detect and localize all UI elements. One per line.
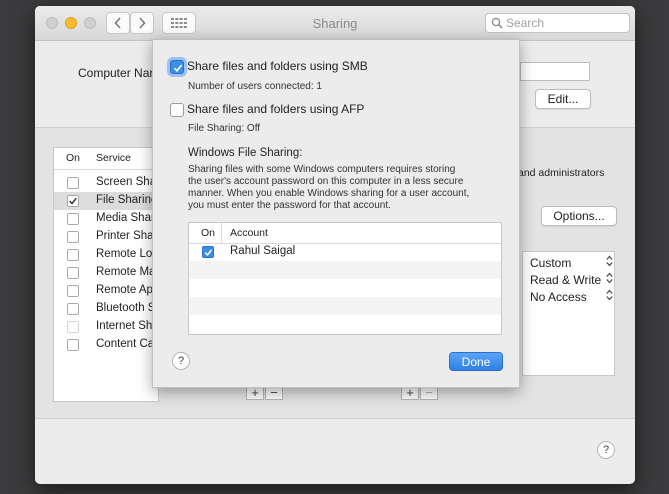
service-label: Content Ca <box>96 338 155 350</box>
service-checkbox[interactable] <box>67 213 79 225</box>
service-label: Printer Sha <box>96 230 154 242</box>
service-checkbox[interactable] <box>67 195 79 207</box>
service-header-on: On <box>66 152 81 164</box>
service-label: Remote Ma <box>96 266 156 278</box>
remove-user-button[interactable]: − <box>420 386 438 400</box>
afp-checkbox[interactable] <box>170 103 184 117</box>
account-checkbox[interactable] <box>202 246 214 258</box>
windows-sharing-title: Windows File Sharing: <box>188 147 303 159</box>
search-icon <box>491 17 503 29</box>
service-row[interactable]: Bluetooth S <box>54 300 158 318</box>
afp-label: Share files and folders using AFP <box>187 102 365 116</box>
help-button[interactable]: ? <box>597 441 615 459</box>
add-user-button[interactable]: + <box>401 386 419 400</box>
search-input[interactable] <box>506 16 624 30</box>
afp-status: File Sharing: Off <box>188 123 261 134</box>
updown-chevron-icon <box>606 255 613 268</box>
service-checkbox[interactable] <box>67 303 79 315</box>
service-row[interactable]: Printer Sha <box>54 228 158 246</box>
done-button[interactable]: Done <box>449 352 503 371</box>
permission-label: No Access <box>530 290 587 304</box>
description-line: Sharing files with some Windows computer… <box>188 164 456 175</box>
account-table-header: On Account <box>189 223 501 244</box>
service-row[interactable]: Internet Sh <box>54 318 158 336</box>
title-bar: Sharing <box>35 6 635 41</box>
service-checkbox[interactable] <box>67 321 79 333</box>
checkmark-icon <box>69 197 77 205</box>
service-label: Remote App <box>96 284 159 296</box>
computer-name-label: Computer Nar <box>78 66 154 80</box>
sheet-help-button[interactable]: ? <box>172 352 190 370</box>
computer-name-field[interactable] <box>520 62 590 81</box>
permission-label: Read & Write <box>530 273 602 287</box>
service-row[interactable]: Remote Log <box>54 246 159 264</box>
description-line: manner. When you enable Windows sharing … <box>188 188 470 199</box>
service-label: Remote Log <box>96 248 159 260</box>
file-sharing-options-sheet: Share files and folders using SMB Number… <box>152 39 520 388</box>
account-header-on: On <box>201 227 216 239</box>
service-label: Bluetooth S <box>96 302 156 314</box>
empty-row <box>189 261 501 279</box>
permission-popup[interactable]: No Access <box>530 289 613 304</box>
service-list: On Service Screen Sha File Sharing Media S… <box>53 147 159 402</box>
smb-label: Share files and folders using SMB <box>187 59 368 73</box>
service-row[interactable]: Screen Sha <box>54 174 158 192</box>
options-button[interactable]: Options... <box>541 206 617 226</box>
admin-text: and administrators <box>518 167 605 179</box>
service-row[interactable]: Media Shar <box>54 210 158 228</box>
column-divider <box>221 223 222 243</box>
remove-folder-button[interactable]: − <box>265 386 283 400</box>
service-row[interactable]: Remote Ma <box>54 264 158 282</box>
checkmark-icon <box>173 64 183 73</box>
service-row[interactable]: File Sharing <box>54 192 158 210</box>
account-row[interactable]: Rahul Saigal <box>189 243 501 261</box>
service-checkbox[interactable] <box>67 339 79 351</box>
permission-popup[interactable]: Custom <box>530 255 613 270</box>
account-name: Rahul Saigal <box>230 245 296 257</box>
service-label: Media Shar <box>96 212 155 224</box>
smb-status: Number of users connected: 1 <box>188 81 322 92</box>
permissions-list: Custom Read & Write No Access <box>522 251 615 376</box>
windows-sharing-description: Sharing files with some Windows computer… <box>188 164 469 212</box>
checkmark-icon <box>204 249 213 257</box>
empty-row <box>189 297 501 315</box>
permission-label: Custom <box>530 256 572 270</box>
description-line: the user's account password on this comp… <box>188 176 464 187</box>
service-checkbox[interactable] <box>67 267 79 279</box>
service-header-service: Service <box>96 152 132 164</box>
service-row[interactable]: Content Ca <box>54 336 158 354</box>
updown-chevron-icon <box>606 289 613 302</box>
service-label: Screen Sha <box>96 176 157 188</box>
service-row[interactable]: Remote App <box>54 282 159 300</box>
updown-chevron-icon <box>606 272 613 285</box>
description-line: you must enter the password for that acc… <box>188 200 391 211</box>
service-checkbox[interactable] <box>67 249 79 261</box>
header-divider <box>54 169 158 170</box>
add-folder-button[interactable]: + <box>246 386 264 400</box>
account-header-account: Account <box>230 227 268 239</box>
smb-checkbox[interactable] <box>170 60 184 74</box>
account-table: On Account Rahul Saigal <box>188 222 502 335</box>
service-checkbox[interactable] <box>67 231 79 243</box>
service-checkbox[interactable] <box>67 177 79 189</box>
search-field[interactable] <box>485 13 630 33</box>
service-checkbox[interactable] <box>67 285 79 297</box>
permission-popup[interactable]: Read & Write <box>530 272 613 287</box>
edit-button[interactable]: Edit... <box>535 89 591 109</box>
service-label: Internet Sh <box>96 320 153 332</box>
service-label: File Sharing <box>96 194 158 206</box>
